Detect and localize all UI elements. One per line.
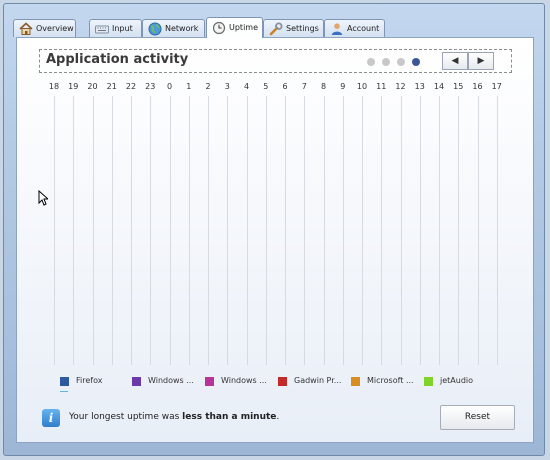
hour-label: 2 <box>205 82 211 91</box>
legend-label: Windows ... <box>221 376 267 385</box>
hour-gridline <box>324 96 325 365</box>
hour-label: 9 <box>340 82 346 91</box>
legend-label: Firefox <box>76 376 103 385</box>
hour-axis: 18 19 20 21 22 23 0 1 2 3 4 5 6 7 8 9 10 11 12 13 14 15 16 17 <box>17 82 535 94</box>
hour-label: 3 <box>224 82 230 91</box>
hour-gridline <box>208 96 209 365</box>
legend-label: Microsoft ... <box>367 376 414 385</box>
hour-label: 23 <box>145 82 156 91</box>
hour-gridline <box>93 96 94 365</box>
tab-network[interactable]: Network <box>142 19 205 37</box>
info-icon: i <box>42 409 60 427</box>
legend-label: Windows ... <box>148 376 194 385</box>
hour-gridline <box>343 96 344 365</box>
clock-icon <box>212 21 226 35</box>
hour-gridline <box>478 96 479 365</box>
hour-label: 21 <box>106 82 117 91</box>
page-title: Application activity <box>46 52 189 67</box>
legend-swatch <box>351 377 360 386</box>
legend-swatch <box>60 377 69 386</box>
hour-label: 22 <box>125 82 137 91</box>
tab-account[interactable]: Account <box>324 19 385 37</box>
tab-input[interactable]: Input <box>89 19 142 37</box>
tab-label: Network <box>165 24 199 33</box>
uptime-status: Your longest uptime was less than a minu… <box>69 412 280 422</box>
uptime-panel: Application activity ◀ ▶ 18 19 20 21 22 23 0 1 2… <box>16 37 534 443</box>
reset-button[interactable]: Reset <box>440 405 515 430</box>
hour-label: 7 <box>301 82 307 91</box>
hour-label: 18 <box>48 82 60 91</box>
prev-arrow-icon: ◀ <box>451 56 459 66</box>
page-dot-active[interactable] <box>412 58 420 66</box>
hour-gridline <box>285 96 286 365</box>
hour-label: 17 <box>491 82 502 91</box>
hour-gridline <box>401 96 402 365</box>
tab-uptime[interactable]: Uptime <box>206 17 263 38</box>
tab-label: Input <box>112 24 133 33</box>
hour-label: 1 <box>186 82 192 91</box>
legend-label: jetAudio <box>440 376 474 385</box>
hour-label: 12 <box>395 82 406 91</box>
next-arrow-icon: ▶ <box>477 56 485 66</box>
hour-gridline <box>73 96 74 365</box>
hour-label: 4 <box>243 82 250 91</box>
tab-label: Account <box>347 24 380 33</box>
hour-gridline <box>131 96 132 365</box>
hour-gridline <box>420 96 421 365</box>
uptime-duration: less than a minute <box>182 412 277 422</box>
hour-gridline <box>227 96 228 365</box>
hour-label: 14 <box>433 82 445 91</box>
legend-label: Gadwin Pr... <box>294 376 342 385</box>
hour-gridline <box>497 96 498 365</box>
hour-gridline <box>150 96 151 365</box>
hour-label: 19 <box>68 82 79 91</box>
legend-hover-indicator <box>60 391 68 392</box>
hour-label: 16 <box>472 82 483 91</box>
hour-label: 8 <box>320 82 327 91</box>
legend-swatch <box>205 377 214 386</box>
hour-label: 20 <box>87 82 98 91</box>
hour-label: 0 <box>166 82 173 91</box>
user-icon <box>331 23 343 35</box>
hour-gridline <box>381 96 382 365</box>
hour-gridline <box>54 96 55 365</box>
legend-swatch <box>424 377 433 386</box>
hour-gridline <box>112 96 113 365</box>
hour-label: 13 <box>414 82 425 91</box>
hour-label: 10 <box>356 82 368 91</box>
main-window: Overview Input Network Uptime Settings A… <box>3 3 545 456</box>
page-dot[interactable] <box>367 58 375 66</box>
globe-icon <box>148 22 162 36</box>
hour-gridline <box>266 96 267 365</box>
wrench-icon <box>269 22 283 36</box>
hour-gridline <box>304 96 305 365</box>
hour-gridline <box>362 96 363 365</box>
mouse-cursor-icon <box>38 190 48 206</box>
keyboard-icon <box>95 25 109 34</box>
hour-gridline <box>439 96 440 365</box>
page-dot[interactable] <box>382 58 390 66</box>
hour-label: 15 <box>453 82 464 91</box>
page-dot[interactable] <box>397 58 405 66</box>
next-button[interactable]: ▶ <box>468 52 494 70</box>
hour-gridline <box>458 96 459 365</box>
tab-label: Settings <box>286 24 319 33</box>
hour-gridline <box>247 96 248 365</box>
tab-overview[interactable]: Overview <box>13 19 76 37</box>
home-icon <box>19 22 33 35</box>
legend-swatch <box>132 377 141 386</box>
activity-header: Application activity ◀ ▶ <box>39 49 512 73</box>
hour-label: 5 <box>263 82 269 91</box>
tab-label: Uptime <box>229 23 259 32</box>
hour-label: 6 <box>282 82 288 91</box>
tab-settings[interactable]: Settings <box>263 19 324 37</box>
legend-swatch <box>278 377 287 386</box>
hour-label: 11 <box>376 82 387 91</box>
hour-gridline <box>170 96 171 365</box>
hour-gridline <box>189 96 190 365</box>
prev-button[interactable]: ◀ <box>442 52 468 70</box>
tab-label: Overview <box>36 24 74 33</box>
